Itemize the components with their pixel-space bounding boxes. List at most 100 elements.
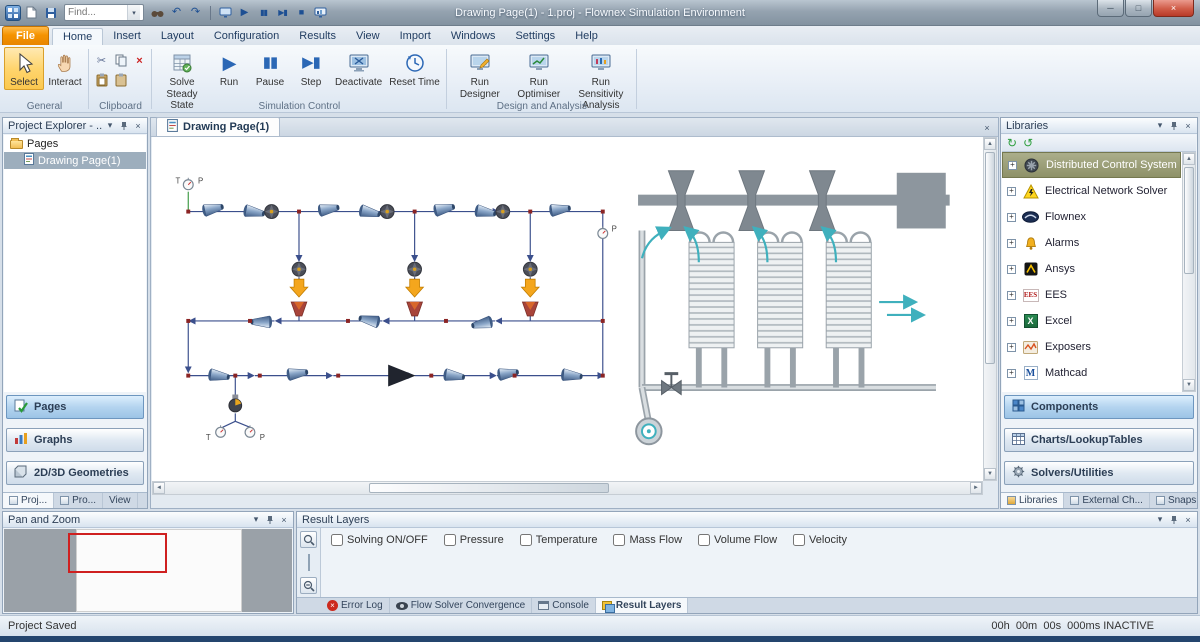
solving-checkbox-row[interactable]: Solving ON/OFF (331, 534, 428, 546)
tab-flow-solver-convergence[interactable]: Flow Solver Convergence (390, 598, 533, 613)
nav-graphs-button[interactable]: Graphs (6, 428, 144, 452)
binoculars-icon[interactable] (149, 5, 166, 21)
nav-solvers-button[interactable]: Solvers/Utilities (1004, 461, 1194, 485)
tab-properties[interactable]: Pro... (54, 493, 104, 508)
expand-icon[interactable]: + (1007, 316, 1016, 326)
temperature-checkbox[interactable] (519, 534, 532, 546)
mass-flow-checkbox[interactable] (613, 534, 626, 546)
new-page-icon[interactable] (23, 5, 40, 21)
combustor-components[interactable] (289, 278, 540, 317)
pin-icon[interactable] (263, 513, 277, 526)
tab-libraries[interactable]: Libraries (1001, 493, 1065, 508)
tab-import[interactable]: Import (390, 27, 441, 45)
expand-icon[interactable]: + (1007, 368, 1016, 378)
network-components[interactable] (200, 200, 584, 387)
pin-icon[interactable] (1167, 119, 1181, 132)
refresh-all-icon[interactable]: ↻ (1023, 136, 1033, 150)
close-icon[interactable]: × (277, 513, 291, 526)
layers-zoom-slider[interactable] (308, 554, 310, 571)
tab-windows[interactable]: Windows (441, 27, 506, 45)
instrument-gauges[interactable]: T P P T P (176, 177, 617, 443)
tab-configuration[interactable]: Configuration (204, 27, 289, 45)
run-designer-button[interactable]: Run Designer (451, 47, 509, 101)
nav-components-button[interactable]: Components (1004, 395, 1194, 419)
pause-quick-icon[interactable]: ▮▮ (255, 5, 272, 21)
expand-icon[interactable]: + (1007, 212, 1016, 222)
undo-icon[interactable]: ↶ (168, 5, 185, 21)
tab-file[interactable]: File (2, 26, 49, 45)
scroll-right-icon[interactable]: ► (970, 482, 982, 494)
paste-special-icon[interactable] (112, 71, 129, 88)
expand-icon[interactable]: + (1007, 342, 1016, 352)
velocity-checkbox[interactable] (793, 534, 806, 546)
app-icon[interactable] (5, 4, 21, 21)
nav-charts-button[interactable]: Charts/LookupTables (1004, 428, 1194, 452)
library-item-alarms[interactable]: + Alarms (1002, 230, 1181, 256)
pan-zoom-thumbnail[interactable] (4, 529, 292, 612)
library-item-excel[interactable]: + X Excel (1002, 308, 1181, 334)
libraries-scroll-thumb[interactable] (1184, 167, 1194, 275)
tab-results[interactable]: Results (289, 27, 346, 45)
tree-item-drawing-page[interactable]: Drawing Page(1) (4, 152, 146, 169)
panel-menu-icon[interactable]: ▾ (1153, 513, 1167, 526)
close-icon[interactable]: × (131, 119, 145, 132)
nav-pages-button[interactable]: Pages (6, 395, 144, 419)
expand-icon[interactable]: + (1007, 290, 1016, 300)
mass-flow-checkbox-row[interactable]: Mass Flow (613, 534, 682, 546)
scroll-left-icon[interactable]: ◄ (153, 482, 165, 494)
find-input[interactable] (65, 7, 127, 18)
scroll-up-icon[interactable]: ▲ (984, 138, 996, 150)
tab-project-explorer[interactable]: Proj... (3, 493, 55, 508)
junction-nodes[interactable] (186, 209, 605, 378)
select-button[interactable]: Select (4, 47, 44, 90)
expand-icon[interactable]: + (1007, 186, 1016, 196)
canvas-vertical-scrollbar[interactable]: ▲ ▼ (983, 137, 997, 481)
copy-icon[interactable] (112, 52, 129, 69)
stop-quick-icon[interactable]: ■ (293, 5, 310, 21)
temperature-checkbox-row[interactable]: Temperature (519, 534, 597, 546)
libraries-header[interactable]: Libraries ▾ × (1001, 118, 1197, 134)
zoom-out-layers-button[interactable] (300, 577, 317, 594)
turbine-schematic[interactable] (635, 170, 950, 446)
zoom-in-layers-button[interactable] (300, 531, 317, 548)
velocity-checkbox-row[interactable]: Velocity (793, 534, 847, 546)
library-item-mathcad[interactable]: + M Mathcad (1002, 360, 1181, 386)
tab-console[interactable]: Console (532, 598, 596, 613)
interact-button[interactable]: Interact (45, 47, 85, 90)
library-item-ansys[interactable]: + Ansys (1002, 256, 1181, 282)
pan-zoom-header[interactable]: Pan and Zoom ▾ × (3, 512, 293, 528)
expand-icon[interactable]: + (1008, 160, 1017, 170)
library-item-flownex[interactable]: + Flownex (1002, 204, 1181, 230)
close-icon[interactable]: × (1181, 513, 1195, 526)
panel-menu-icon[interactable]: ▾ (1153, 119, 1167, 132)
step-button[interactable]: ▶▮ Step (291, 47, 331, 90)
find-combo[interactable]: ▾ (64, 4, 144, 21)
pressure-checkbox-row[interactable]: Pressure (443, 534, 504, 546)
tab-view[interactable]: View (346, 27, 390, 45)
minimize-button[interactable]: ─ (1097, 0, 1124, 17)
volume-flow-checkbox[interactable] (698, 534, 711, 546)
tab-snaps[interactable]: Snaps (1150, 493, 1200, 508)
result-layers-header[interactable]: Result Layers ▾ × (297, 512, 1197, 528)
tab-insert[interactable]: Insert (103, 27, 151, 45)
tab-external-charts[interactable]: External Ch... (1064, 493, 1150, 508)
find-dropdown-arrow[interactable]: ▾ (127, 5, 140, 20)
redo-icon[interactable]: ↷ (187, 5, 204, 21)
drawing-canvas[interactable]: T P P T P (152, 137, 983, 481)
refresh-icon[interactable]: ↻ (1007, 137, 1017, 149)
tab-result-layers[interactable]: Result Layers (595, 598, 689, 613)
pressure-checkbox[interactable] (443, 534, 456, 546)
solving-checkbox[interactable] (331, 534, 343, 546)
expand-icon[interactable]: + (1007, 264, 1016, 274)
reset-time-button[interactable]: Reset Time (386, 47, 443, 90)
run-button[interactable]: ▶ Run (209, 47, 249, 90)
close-icon[interactable]: × (1181, 119, 1195, 132)
save-icon[interactable] (42, 5, 59, 21)
project-explorer-header[interactable]: Project Explorer - ... ▾ × (3, 118, 147, 134)
scroll-up-icon[interactable]: ▲ (1183, 153, 1195, 165)
maximize-button[interactable]: □ (1125, 0, 1152, 17)
pin-icon[interactable] (1167, 513, 1181, 526)
library-item-electrical[interactable]: + Electrical Network Solver (1002, 178, 1181, 204)
volume-flow-checkbox-row[interactable]: Volume Flow (698, 534, 777, 546)
horizontal-scroll-thumb[interactable] (368, 483, 609, 493)
